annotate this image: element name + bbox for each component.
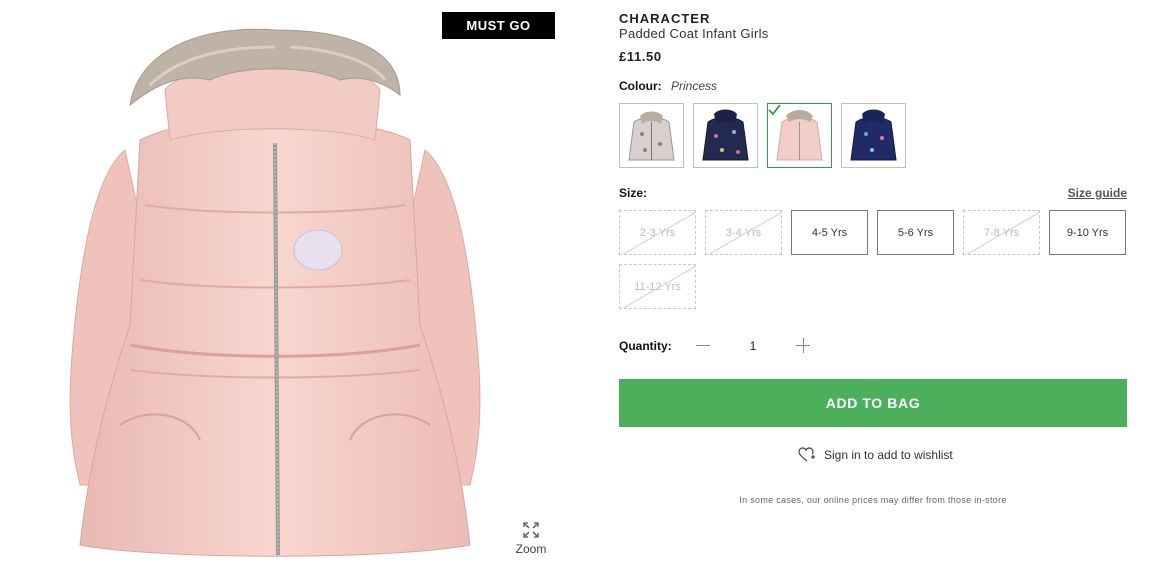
quantity-stepper: Quantity: 1 bbox=[619, 336, 813, 356]
colour-swatch-navy-floral[interactable] bbox=[693, 103, 758, 168]
product-name: Padded Coat Infant Girls bbox=[619, 26, 769, 41]
size-guide-link[interactable]: Size guide bbox=[1068, 186, 1127, 200]
size-option-3-4[interactable]: 3-4 Yrs bbox=[705, 210, 782, 255]
colour-label: Colour: bbox=[619, 79, 662, 93]
size-option-7-8[interactable]: 7-8 Yrs bbox=[963, 210, 1040, 255]
navy-printed-coat-thumbnail bbox=[850, 109, 897, 161]
navy-floral-coat-thumbnail bbox=[702, 109, 749, 161]
price-disclaimer: In some cases, our online prices may dif… bbox=[739, 495, 1007, 505]
colour-swatch-princess[interactable] bbox=[767, 103, 832, 168]
product-price: £11.50 bbox=[619, 49, 662, 64]
size-option-11-12[interactable]: 11-12 Yrs bbox=[619, 264, 696, 309]
size-option-9-10[interactable]: 9-10 Yrs bbox=[1049, 210, 1126, 255]
product-image-area: MUST GO Zoom bbox=[0, 0, 590, 575]
heart-plus-icon bbox=[798, 447, 815, 462]
checkmark-icon bbox=[768, 104, 781, 115]
grey-printed-coat-thumbnail bbox=[628, 111, 675, 161]
size-option-4-5[interactable]: 4-5 Yrs bbox=[791, 210, 868, 255]
size-label: Size: bbox=[619, 186, 648, 200]
quantity-label: Quantity: bbox=[619, 339, 672, 353]
must-go-badge: MUST GO bbox=[442, 12, 555, 39]
quantity-value[interactable]: 1 bbox=[713, 339, 793, 353]
size-option-5-6[interactable]: 5-6 Yrs bbox=[877, 210, 954, 255]
wishlist-link[interactable]: Sign in to add to wishlist bbox=[798, 447, 953, 463]
product-image[interactable] bbox=[60, 25, 490, 570]
colour-swatches bbox=[619, 103, 906, 168]
colour-swatch-navy-print[interactable] bbox=[841, 103, 906, 168]
zoom-button[interactable]: Zoom bbox=[508, 522, 554, 556]
decrease-quantity-button[interactable] bbox=[693, 336, 713, 356]
selected-colour: Princess bbox=[671, 79, 718, 93]
size-option-2-3[interactable]: 2-3 Yrs bbox=[619, 210, 696, 255]
product-brand: CHARACTER bbox=[619, 11, 711, 26]
zoom-label: Zoom bbox=[515, 542, 547, 556]
wishlist-label: Sign in to add to wishlist bbox=[824, 448, 953, 462]
expand-icon bbox=[523, 522, 539, 538]
increase-quantity-button[interactable] bbox=[793, 336, 813, 356]
add-to-bag-button[interactable]: ADD TO BAG bbox=[619, 379, 1127, 427]
colour-row: Colour: Princess bbox=[619, 79, 717, 93]
colour-swatch-grey[interactable] bbox=[619, 103, 684, 168]
